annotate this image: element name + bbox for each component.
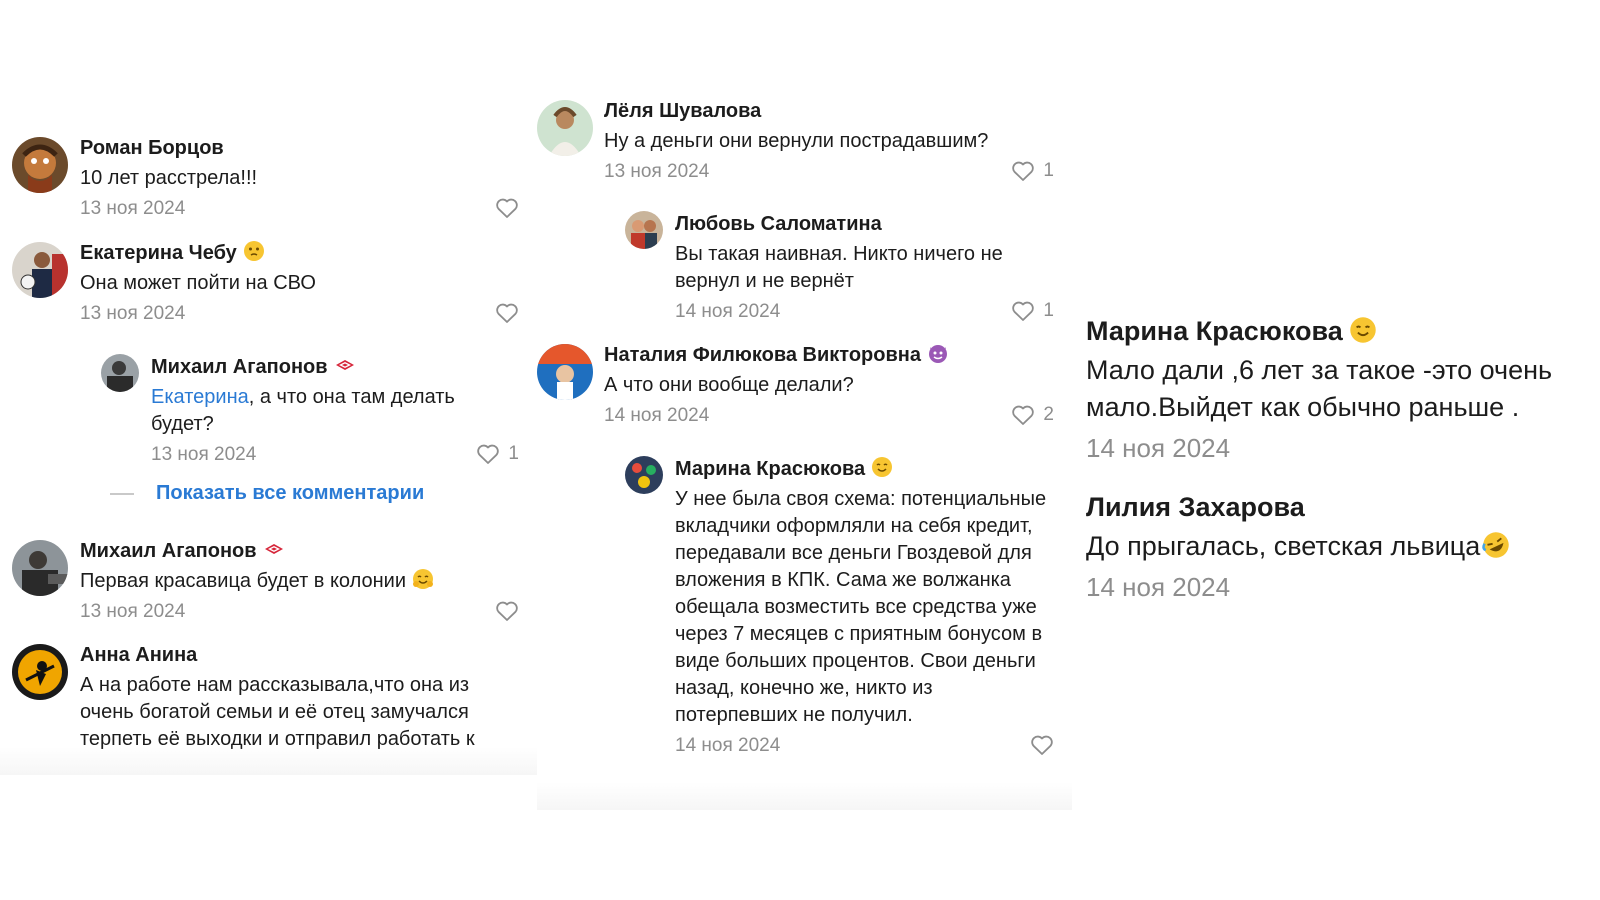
comment-author[interactable]: Любовь Саломатина <box>675 211 1054 237</box>
comment-author[interactable]: Лилия Захарова <box>1086 490 1582 524</box>
devil-emoji-icon <box>927 342 949 364</box>
like-button[interactable]: 1 <box>1011 300 1054 322</box>
laughing-emoji-icon <box>1482 531 1510 559</box>
heart-outline-icon <box>1012 161 1035 181</box>
show-all-comments-link[interactable]: Показать все комментарии <box>156 482 424 505</box>
like-button[interactable] <box>495 302 519 324</box>
avatar[interactable] <box>12 242 68 298</box>
spartak-logo-icon <box>263 538 285 560</box>
comment-text: 10 лет расстрела!!! <box>80 167 258 189</box>
heart-outline-icon <box>1012 405 1035 425</box>
comment-date: 13 ноя 2024 <box>80 601 186 622</box>
avatar[interactable] <box>537 344 593 400</box>
heart-outline-icon <box>496 601 518 621</box>
heart-outline-icon <box>496 303 518 323</box>
comment-text: А что они вообще делали? <box>604 374 854 396</box>
hugging-emoji-icon <box>412 568 434 590</box>
comment-date: 14 ноя 2024 <box>604 405 710 426</box>
like-button[interactable] <box>495 600 519 622</box>
comment-date: 14 ноя 2024 <box>1086 572 1231 602</box>
comment-text: Она может пойти на СВО <box>80 272 316 294</box>
like-count: 1 <box>1043 160 1054 181</box>
like-count: 2 <box>1043 404 1054 425</box>
comment-author[interactable]: Анна Анина <box>80 642 519 668</box>
avatar[interactable] <box>12 644 68 700</box>
comments-panel-right: Марина Красюкова Мало дали ,6 лет за так… <box>1072 290 1600 620</box>
emoji-face-icon <box>871 456 893 478</box>
comments-panel-left: Роман Борцов 10 лет расстрела!!! 13 ноя … <box>0 125 537 775</box>
comment-author[interactable]: Михаил Агапонов <box>80 540 257 562</box>
avatar[interactable] <box>625 456 663 494</box>
like-button[interactable] <box>495 197 519 219</box>
avatar[interactable] <box>101 354 139 392</box>
comment-date: 13 ноя 2024 <box>151 444 257 465</box>
comment-text: До прыгалась, светская львица <box>1086 531 1481 561</box>
heart-outline-icon <box>477 444 500 464</box>
heart-outline-icon <box>1012 301 1035 321</box>
comment-author[interactable]: Марина Красюкова <box>1086 316 1343 346</box>
avatar[interactable] <box>625 211 663 249</box>
heart-outline-icon <box>496 198 518 218</box>
comment-date: 14 ноя 2024 <box>675 301 781 322</box>
comment-date: 13 ноя 2024 <box>604 161 710 182</box>
scroll-fade <box>537 782 1072 810</box>
like-button[interactable]: 1 <box>476 443 519 465</box>
comment-author[interactable]: Роман Борцов <box>80 135 519 161</box>
like-button[interactable]: 1 <box>1011 160 1054 182</box>
comment-author[interactable]: Лёля Шувалова <box>604 98 1054 124</box>
like-button[interactable]: 2 <box>1011 404 1054 426</box>
avatar[interactable] <box>537 100 593 156</box>
comment-text: У нее была своя схема: потенциальные вкл… <box>675 488 1047 726</box>
comment-text: Ну а деньги они вернули пострадавшим? <box>604 130 989 152</box>
like-count: 1 <box>1043 300 1054 321</box>
comment-date: 13 ноя 2024 <box>80 303 186 324</box>
comment-date: 14 ноя 2024 <box>1086 433 1231 463</box>
comment-text: Первая красавица будет в колонии <box>80 570 407 592</box>
comment-author[interactable]: Михаил Агапонов <box>151 356 328 378</box>
emoji-face-icon <box>1349 316 1377 344</box>
mention-link[interactable]: Екатерина <box>151 386 249 408</box>
like-button[interactable] <box>1030 734 1054 756</box>
comment-author[interactable]: Наталия Филюкова Викторовна <box>604 344 921 366</box>
spartak-logo-icon <box>334 354 356 376</box>
comment-text: Вы такая наивная. Никто ничего не вернул… <box>675 243 1003 292</box>
like-count: 1 <box>508 443 519 464</box>
comment-date: 14 ноя 2024 <box>675 735 781 756</box>
comment-author[interactable]: Екатерина Чебу <box>80 242 237 264</box>
divider <box>110 492 134 495</box>
heart-outline-icon <box>1031 735 1053 755</box>
scroll-fade <box>0 747 537 775</box>
comment-author[interactable]: Марина Красюкова <box>675 458 865 480</box>
show-all-comments[interactable]: Показать все комментарии <box>110 482 424 505</box>
comment-text: А на работе нам рассказывала,что она из … <box>80 674 475 750</box>
avatar[interactable] <box>12 137 68 193</box>
emoji-face-icon <box>243 240 265 262</box>
comment-date: 13 ноя 2024 <box>80 198 186 219</box>
comment-text: Мало дали ,6 лет за такое -это очень мал… <box>1086 355 1553 422</box>
comments-panel-middle: Лёля Шувалова Ну а деньги они вернули по… <box>537 90 1072 810</box>
avatar[interactable] <box>12 540 68 596</box>
